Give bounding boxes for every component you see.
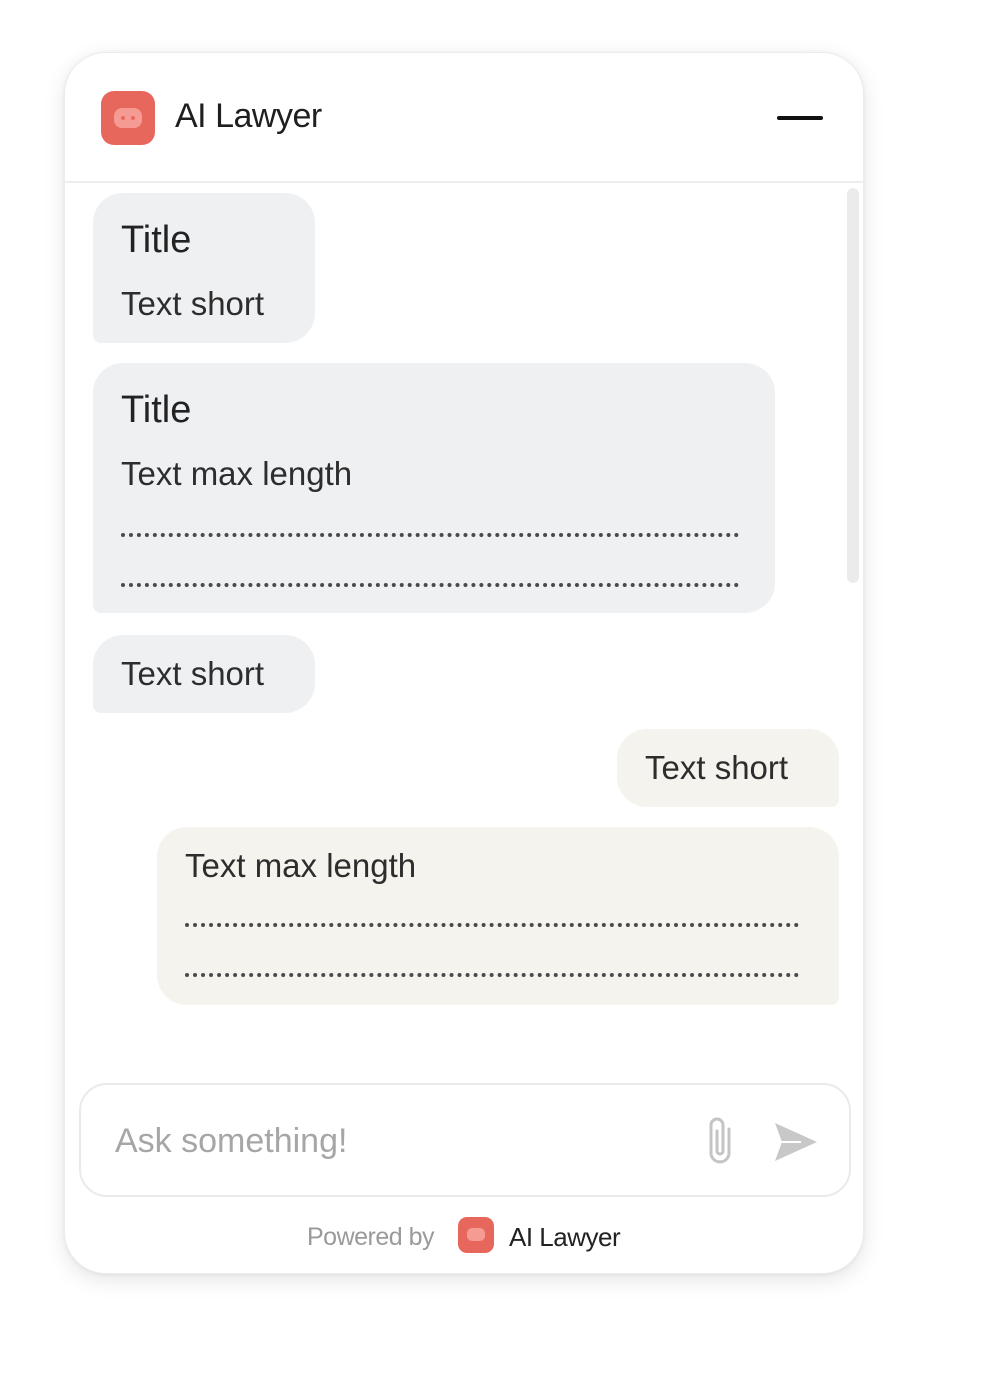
send-button[interactable] — [771, 1119, 821, 1165]
attach-button[interactable] — [699, 1115, 743, 1167]
text-placeholder-line — [121, 583, 739, 587]
robot-face-icon — [101, 91, 155, 145]
message-title: Title — [121, 219, 192, 261]
bot-message: Title Text short — [93, 193, 315, 343]
message-input[interactable] — [115, 1115, 675, 1167]
send-icon — [775, 1123, 817, 1161]
bot-message: Text short — [93, 635, 315, 713]
app-title: AI Lawyer — [175, 97, 322, 135]
text-placeholder-line — [185, 923, 799, 927]
message-text: Text short — [645, 749, 789, 786]
message-text: Text max length — [185, 847, 417, 884]
powered-by-label: Powered by — [307, 1223, 435, 1251]
message-list[interactable]: Title Text short Title Text max length T… — [65, 183, 863, 1073]
minimize-icon — [777, 116, 823, 120]
message-text: Text max length — [121, 455, 353, 492]
text-placeholder-line — [121, 533, 739, 537]
user-message: Text short — [617, 729, 839, 807]
footer-brand-name[interactable]: AI Lawyer — [509, 1222, 621, 1253]
message-title: Title — [121, 389, 192, 431]
chat-widget: AI Lawyer Title Text short Title Text ma… — [64, 52, 864, 1274]
chat-header: AI Lawyer — [65, 53, 863, 183]
text-placeholder-line — [185, 973, 799, 977]
message-text: Text short — [121, 655, 265, 692]
powered-by-footer: Powered by AI Lawyer — [65, 1215, 863, 1255]
message-composer — [79, 1083, 851, 1197]
paperclip-icon — [709, 1117, 731, 1164]
robot-face-icon — [458, 1217, 494, 1253]
message-text: Text short — [121, 285, 265, 322]
bot-message: Title Text max length — [93, 363, 775, 613]
minimize-button[interactable] — [775, 107, 825, 131]
scrollbar-thumb[interactable] — [847, 188, 859, 583]
user-message: Text max length — [157, 827, 839, 1005]
